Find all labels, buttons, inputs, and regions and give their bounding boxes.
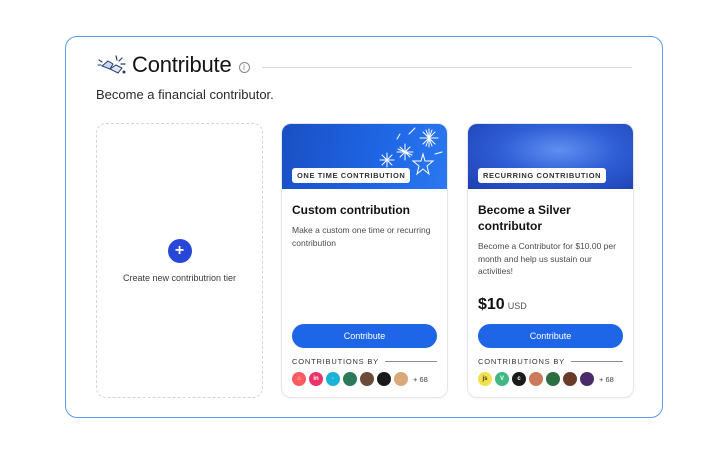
avatar[interactable] [529,372,543,386]
page-title: Contribute [132,52,232,77]
section-subtitle: Become a financial contributor. [96,87,274,102]
tier-banner: RECURRING CONTRIBUTION [468,124,633,189]
contributions-by-label: CONTRIBUTIONS BY [478,357,565,366]
avatar[interactable] [377,372,391,386]
price-currency: USD [507,301,527,311]
avatar[interactable]: js [478,372,492,386]
avatar[interactable] [580,372,594,386]
avatar[interactable] [563,372,577,386]
tier-description: Become a Contributor for $10.00 per mont… [478,241,616,276]
contribute-panel: Contribute i Become a financial contribu… [65,36,663,418]
contribute-button[interactable]: Contribute [292,324,437,348]
avatar[interactable]: c [512,372,526,386]
contributions-by-heading: CONTRIBUTIONS BY [292,357,437,366]
tier-description: Make a custom one time or recurring cont… [292,225,431,248]
avatar[interactable] [343,372,357,386]
header-divider [261,66,632,68]
avatar[interactable]: V [495,372,509,386]
contributions-by-label: CONTRIBUTIONS BY [292,357,379,366]
avatar[interactable]: ⌂ [292,372,306,386]
create-tier-label: Create new contributrion tier [122,272,237,283]
tier-title: Become a Silver contributor [478,203,571,233]
tier-type-tag: RECURRING CONTRIBUTION [478,168,607,183]
tier-type-tag: ONE TIME CONTRIBUTION [292,168,411,183]
more-contributors-count[interactable]: + 68 [599,375,614,384]
price-amount: $10 [478,296,505,313]
divider [384,361,437,362]
avatar[interactable] [360,372,374,386]
section-header: Contribute i [96,51,632,79]
tier-card-custom: ONE TIME CONTRIBUTION Custom contributio… [281,123,448,398]
plus-icon[interactable]: + [167,238,192,263]
avatar[interactable] [546,372,560,386]
avatar[interactable] [394,372,408,386]
more-contributors-count[interactable]: + 68 [413,375,428,384]
avatar[interactable]: ◦ [326,372,340,386]
tier-title: Custom contribution [292,203,410,217]
contributor-avatars: js V c + 68 [478,372,614,386]
celebration-hands-icon [97,55,126,74]
tier-banner: ONE TIME CONTRIBUTION [282,124,447,189]
contributor-avatars: ⌂ in ◦ + 68 [292,372,428,386]
contribute-button[interactable]: Contribute [478,324,623,348]
create-tier-card[interactable]: + Create new contributrion tier [96,123,263,398]
divider [570,361,623,362]
contributions-by-heading: CONTRIBUTIONS BY [478,357,623,366]
avatar[interactable]: in [309,372,323,386]
info-icon[interactable]: i [238,61,250,73]
tier-price: $10 USD [478,296,527,314]
tier-card-silver: RECURRING CONTRIBUTION Become a Silver c… [467,123,634,398]
